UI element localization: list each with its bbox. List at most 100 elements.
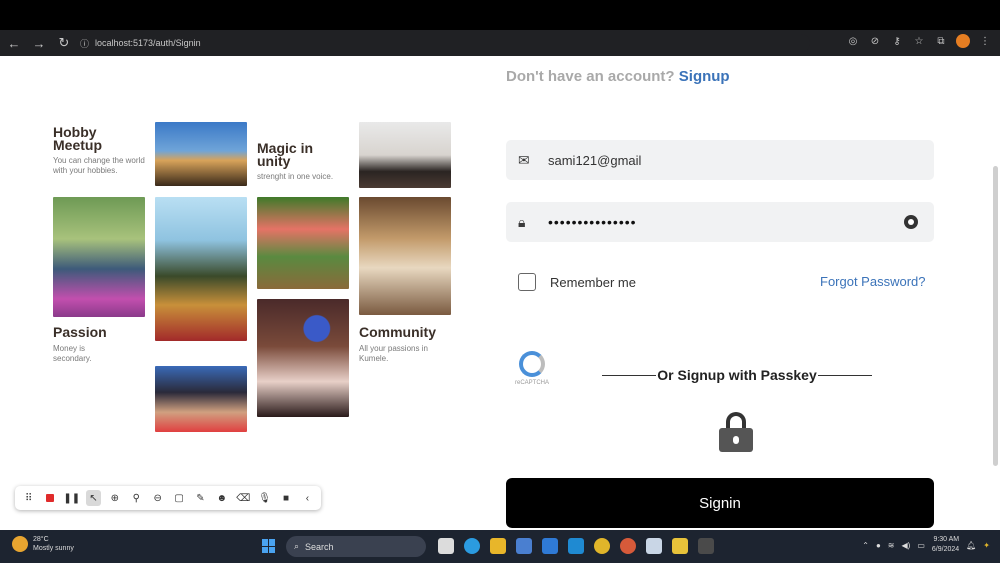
taskbar-apps [438, 538, 714, 554]
forgot-password-link[interactable]: Forgot Password? [820, 274, 926, 289]
page-scrollbar[interactable] [993, 166, 998, 466]
collage-subtitle-passion: Money is secondary. [53, 344, 92, 363]
remember-me[interactable]: Remember me [518, 273, 636, 291]
edge-icon[interactable] [464, 538, 480, 554]
chrome-icon[interactable] [594, 538, 610, 554]
file-explorer-icon[interactable] [490, 538, 506, 554]
taskbar-search[interactable]: ⌕ Search [286, 536, 426, 557]
pen-icon[interactable]: ✎ [193, 490, 208, 506]
browser-toolbar: ← → ↻ ⓘ localhost:5173/auth/Signin ◎ ⊘ ⚷… [0, 30, 1000, 56]
key-icon[interactable]: ⚷ [890, 34, 904, 48]
star-icon[interactable]: ☆ [912, 34, 926, 48]
notepad-icon[interactable] [646, 538, 662, 554]
recaptcha-label: reCAPTCHA [514, 380, 549, 386]
git-icon[interactable] [672, 538, 688, 554]
envelope-icon: ✉ [518, 151, 530, 168]
email-field[interactable]: ✉ [506, 140, 934, 180]
photo-gardener [53, 197, 145, 317]
photo-group-selfie [155, 366, 247, 432]
password-field[interactable]: 🔒︎ ••••••••••••••• [506, 202, 934, 242]
collage-title-passion: Passion [53, 324, 107, 340]
weather-desc: Mostly sunny [33, 545, 74, 552]
terminal-icon[interactable] [698, 538, 714, 554]
mic-off-icon[interactable]: 🎙︎ [257, 490, 272, 506]
system-tray: ⌃ ● ≋ ◀) ▭ 9:30 AM 6/9/2024 🔔︎ ✦ [862, 535, 990, 555]
signin-page: Hobby Meetup You can change the world wi… [0, 56, 1000, 530]
stop-record-button[interactable] [42, 490, 57, 506]
collage-title-magic: Magic in unity [257, 140, 314, 169]
collage-subtitle-hobby: You can change the world with your hobbi… [53, 156, 145, 175]
recaptcha-badge[interactable]: reCAPTCHA [510, 351, 554, 391]
collage-subtitle-community: All your passions in Kumele. [359, 344, 428, 363]
divider-line-left [602, 374, 657, 376]
zoom-out-icon[interactable]: ⊖ [150, 490, 165, 506]
password-input[interactable]: ••••••••••••••• [548, 214, 637, 230]
crop-icon[interactable]: ▢ [171, 490, 186, 506]
signup-prompt-text: Don't have an account? [506, 68, 675, 85]
copilot-icon[interactable]: ✦ [983, 541, 990, 550]
signin-button[interactable]: Signin [506, 478, 934, 528]
extensions-icon[interactable]: ⧉ [934, 34, 948, 48]
clock-date: 6/9/2024 [931, 546, 960, 553]
zoom-in-icon[interactable]: ⊕ [107, 490, 122, 506]
clock-time: 9:30 AM [933, 536, 960, 543]
cursor-icon[interactable]: ↖ [85, 490, 102, 506]
passkey-divider: Or Signup with Passkey [602, 367, 872, 383]
battery-icon[interactable]: ▭ [917, 541, 925, 550]
url-text: localhost:5173/auth/Signin [95, 38, 201, 48]
eraser-icon[interactable]: ⌫ [236, 490, 251, 506]
collapse-icon[interactable]: ‹ [300, 490, 315, 506]
pause-icon[interactable]: ❚❚ [63, 490, 80, 506]
weather-temp: 28°C [33, 536, 49, 543]
location-icon[interactable]: ◎ [846, 34, 860, 48]
zoom-icon[interactable]: ⚲ [129, 490, 144, 506]
camera-icon[interactable]: ■ [278, 490, 293, 506]
emoji-icon[interactable]: ☻ [214, 490, 229, 506]
profile-icon[interactable] [956, 34, 970, 48]
collage-subtitle-magic: strenght in one voice. [257, 172, 334, 181]
chevron-up-icon[interactable]: ⌃ [862, 541, 869, 550]
signup-prompt: Don't have an account? Signup [506, 68, 730, 85]
collage-title-hobby: Hobby Meetup [53, 124, 102, 153]
remember-checkbox[interactable] [518, 273, 536, 291]
screen-recorder-toolbar: ⠿ ❚❚ ↖ ⊕ ⚲ ⊖ ▢ ✎ ☻ ⌫ 🎙︎ ■ ‹ [15, 486, 321, 510]
show-password-icon[interactable] [904, 215, 918, 229]
wifi-icon[interactable]: ≋ [888, 541, 895, 550]
passkey-label: Or Signup with Passkey [657, 367, 817, 383]
menu-icon[interactable]: ⋮ [978, 34, 992, 48]
eye-off-icon[interactable]: ⊘ [868, 34, 882, 48]
chrome-alt-icon[interactable] [620, 538, 636, 554]
mail-icon[interactable] [542, 538, 558, 554]
task-view-icon[interactable] [438, 538, 454, 554]
photo-party [257, 299, 349, 417]
sun-icon [12, 536, 28, 552]
back-icon[interactable]: ← [3, 32, 25, 54]
drag-handle-icon[interactable]: ⠿ [21, 490, 36, 506]
photo-protest [359, 122, 451, 188]
photo-van [359, 197, 451, 315]
browser-actions: ◎ ⊘ ⚷ ☆ ⧉ ⋮ [846, 34, 1000, 48]
site-info-icon[interactable]: ⓘ [80, 37, 89, 50]
clock[interactable]: 9:30 AM 6/9/2024 [932, 535, 959, 555]
forward-icon[interactable]: → [28, 32, 50, 54]
store-icon[interactable] [516, 538, 532, 554]
address-bar[interactable]: ⓘ localhost:5173/auth/Signin [80, 34, 810, 52]
lock-icon: 🔒︎ [518, 213, 526, 230]
weather-widget[interactable]: 28°C Mostly sunny [12, 535, 74, 553]
vscode-icon[interactable] [568, 538, 584, 554]
notification-icon[interactable]: 🔔︎ [966, 541, 976, 550]
start-icon[interactable] [262, 539, 276, 553]
divider-line-right [817, 374, 872, 376]
remember-label: Remember me [550, 274, 636, 290]
reload-icon[interactable]: ↻ [53, 32, 75, 54]
passkey-lock-icon[interactable] [719, 412, 753, 452]
search-placeholder: Search [305, 541, 334, 552]
email-input[interactable] [548, 152, 878, 168]
volume-icon[interactable]: ◀) [902, 541, 911, 550]
app-tray-icon[interactable]: ● [876, 541, 881, 550]
signup-link[interactable]: Signup [679, 68, 730, 85]
recaptcha-icon [519, 351, 545, 377]
screen-top-bar [0, 0, 1000, 30]
search-icon: ⌕ [294, 541, 300, 551]
collage-title-community: Community [359, 324, 436, 340]
